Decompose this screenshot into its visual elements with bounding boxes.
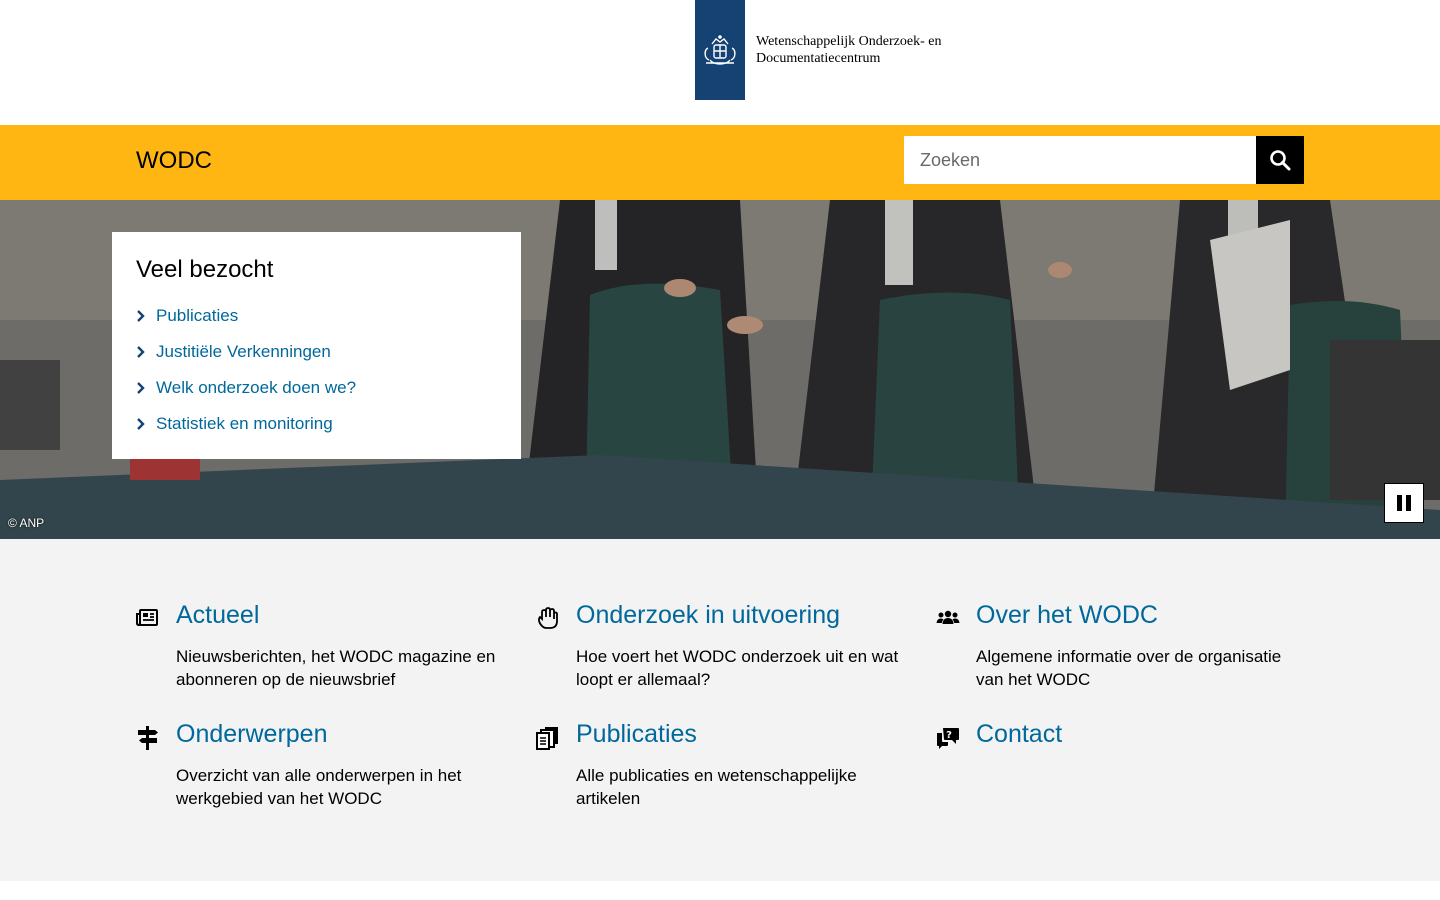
chat-question-icon: ? xyxy=(936,726,960,750)
navigation-tiles: Actueel Nieuwsberichten, het WODC magazi… xyxy=(0,539,1440,881)
newspaper-icon xyxy=(136,607,160,631)
signpost-icon xyxy=(136,726,160,750)
popular-link-publicaties[interactable]: Publicaties xyxy=(156,306,238,326)
photo-credit: © ANP xyxy=(8,516,45,530)
chevron-right-icon xyxy=(136,310,156,322)
search-form xyxy=(904,136,1304,184)
popular-link-item: Welk onderzoek doen we? xyxy=(136,370,497,406)
tile-title-actueel[interactable]: Actueel xyxy=(176,601,259,630)
footer-strip xyxy=(0,881,1440,900)
chevron-right-icon xyxy=(136,346,156,358)
tile-title-onderzoek-in-uitvoering[interactable]: Onderzoek in uitvoering xyxy=(576,601,840,630)
tile-text-over-het-wodc: Algemene informatie over de organisatie … xyxy=(976,647,1282,689)
tile-text-actueel: Nieuwsberichten, het WODC magazine en ab… xyxy=(176,647,496,689)
popular-link-item: Justitiële Verkenningen xyxy=(136,334,497,370)
popular-links-list: Publicaties Justitiële Verkenningen Welk… xyxy=(136,298,497,442)
popular-link-item: Statistiek en monitoring xyxy=(136,406,497,442)
tile-text-onderwerpen: Overzicht van alle onderwerpen in het we… xyxy=(176,766,462,808)
chevron-right-icon xyxy=(136,382,156,394)
brand-bar: WODC xyxy=(0,125,1440,200)
site-name-link[interactable]: WODC xyxy=(136,147,212,175)
documents-icon xyxy=(536,726,560,750)
popular-link-justitiele-verkenningen[interactable]: Justitiële Verkenningen xyxy=(156,342,331,362)
hand-icon xyxy=(536,607,560,631)
people-icon xyxy=(936,607,960,631)
popular-links-title: Veel bezocht xyxy=(136,256,274,283)
tile-title-onderwerpen[interactable]: Onderwerpen xyxy=(176,720,327,749)
chevron-right-icon xyxy=(136,418,156,430)
tile-text-onderzoek-in-uitvoering: Hoe voert het WODC onderzoek uit en wat … xyxy=(576,647,899,689)
popular-link-item: Publicaties xyxy=(136,298,497,334)
pause-button[interactable] xyxy=(1384,483,1424,523)
logo-line-2: Documentatiecentrum xyxy=(756,51,881,66)
hero-banner: Veel bezocht Publicaties Justitiële Verk… xyxy=(0,200,1440,539)
logo-link[interactable]: Wetenschappelijk Onderzoek- en Documenta… xyxy=(695,0,941,100)
tile-title-contact[interactable]: Contact xyxy=(976,720,1062,749)
search-input[interactable] xyxy=(904,136,1256,184)
site-header: Wetenschappelijk Onderzoek- en Documenta… xyxy=(0,0,1440,125)
popular-link-statistiek[interactable]: Statistiek en monitoring xyxy=(156,414,333,434)
tile-text-publicaties: Alle publicaties en wetenschappelijke ar… xyxy=(576,766,857,808)
logo-line-1: Wetenschappelijk Onderzoek- en xyxy=(756,34,942,49)
pause-icon xyxy=(1397,495,1411,511)
search-button[interactable] xyxy=(1256,136,1304,184)
popular-links-panel: Veel bezocht Publicaties Justitiële Verk… xyxy=(112,232,521,459)
tile-title-publicaties[interactable]: Publicaties xyxy=(576,720,697,749)
popular-link-welk-onderzoek[interactable]: Welk onderzoek doen we? xyxy=(156,378,356,398)
tile-title-over-het-wodc[interactable]: Over het WODC xyxy=(976,601,1158,630)
logo-text: Wetenschappelijk Onderzoek- en Documenta… xyxy=(756,33,941,67)
svg-text:?: ? xyxy=(946,730,952,741)
rijksoverheid-logo-icon xyxy=(695,0,745,100)
search-icon xyxy=(1270,150,1291,171)
